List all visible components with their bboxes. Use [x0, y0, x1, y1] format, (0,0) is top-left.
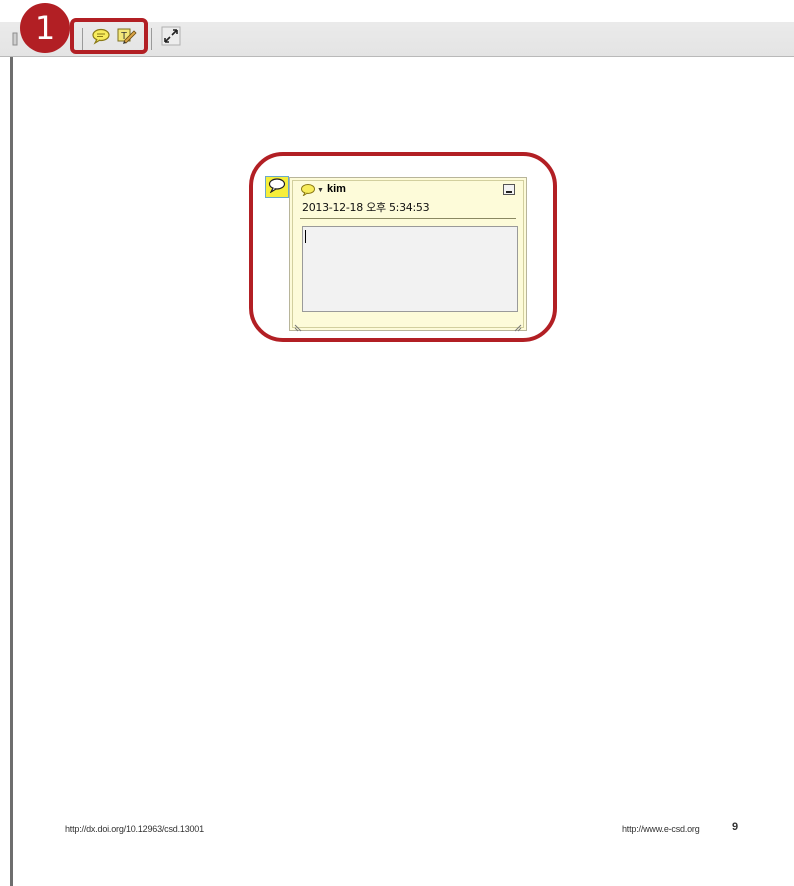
expand-arrows-icon [161, 26, 181, 51]
comment-text-input[interactable] [302, 226, 518, 312]
page-number: 9 [732, 821, 739, 833]
comment-marker[interactable] [265, 176, 289, 198]
footer-doi-link[interactable]: http://dx.doi.org/10.12963/csd.13001 [65, 824, 204, 834]
resize-grip-right-icon[interactable] [514, 319, 522, 332]
toolbar-left-stub [12, 28, 20, 50]
speech-bubble-icon [268, 177, 286, 198]
callout-badge: 1 [20, 3, 70, 53]
minimize-button[interactable] [503, 184, 515, 195]
comment-author: kim [327, 183, 346, 195]
page-left-border [10, 57, 13, 886]
text-cursor [305, 230, 306, 243]
chevron-down-icon[interactable]: ▼ [317, 186, 324, 196]
resize-grip-left-icon[interactable] [294, 319, 302, 332]
expand-tool-button[interactable] [159, 26, 183, 51]
footer-site-link[interactable]: http://www.e-csd.org [622, 824, 700, 834]
comment-timestamp: 2013-12-18 오후 5:34:53 [302, 201, 430, 214]
comment-popup[interactable]: ▼ kim 2013-12-18 오후 5:34:53 [289, 177, 527, 332]
comment-divider [300, 218, 516, 219]
callout-highlight-tools [70, 18, 148, 54]
toolbar-separator [151, 28, 152, 50]
